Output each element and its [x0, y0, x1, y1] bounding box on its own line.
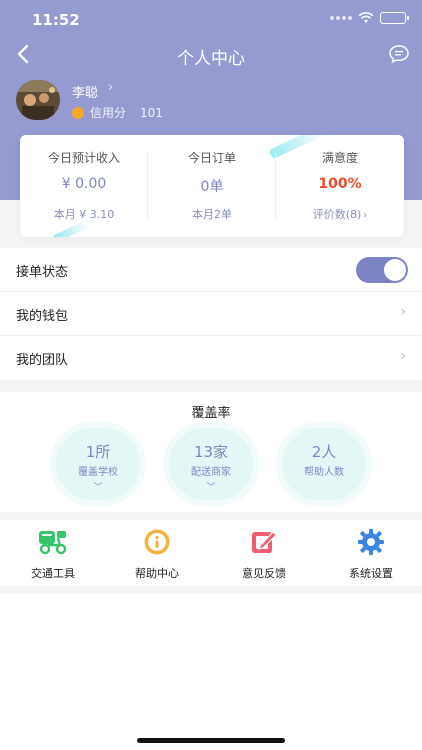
coverage-label: 配送商家 [191, 467, 231, 478]
credit-badge-icon [72, 106, 84, 119]
page-title: 个人中心 [177, 49, 245, 69]
message-bubble-icon[interactable] [388, 43, 410, 65]
wallet-label: 我的钱包 [16, 309, 69, 324]
reviews-count: 评价数(8) [312, 208, 362, 221]
coverage-value: 2人 [311, 443, 337, 461]
wallet-row[interactable]: 我的钱包 › [0, 292, 422, 336]
chevron-down-icon: ﹀ [206, 483, 216, 493]
order-status-row: 接单状态 [0, 248, 422, 292]
tool-label: 意见反馈 [242, 567, 286, 580]
battery-icon [380, 12, 409, 24]
coverage-merchants[interactable]: 13家 配送商家 ﹀ [169, 428, 253, 500]
credit-score: 信用分 101 [72, 104, 163, 121]
credit-value: 101 [140, 105, 163, 120]
tool-label: 帮助中心 [135, 567, 179, 580]
chevron-right-icon: › [400, 348, 406, 364]
stats-card: 今日预计收入 ¥ 0.00 本月 ¥ 3.10 今日订单 0单 本月2单 满意度… [20, 135, 404, 237]
stat-label: 满意度 [321, 151, 358, 165]
stat-satisfaction[interactable]: 满意度 100% 评价数(8) › [276, 135, 404, 237]
scooter-icon [39, 531, 67, 555]
status-bar: 11:52 [0, 0, 422, 40]
coverage-label: 帮助人数 [304, 467, 344, 478]
chevron-right-icon[interactable]: › [108, 80, 113, 95]
section-gap [0, 380, 422, 392]
home-indicator[interactable] [137, 738, 285, 743]
stat-label: 今日预计收入 [47, 151, 120, 165]
profile-name[interactable]: 李聪 [72, 82, 98, 101]
tool-feedback[interactable]: 意见反馈 [211, 528, 317, 584]
tool-help[interactable]: 帮助中心 [104, 528, 210, 584]
gear-icon [358, 529, 384, 555]
stat-value: 100% [318, 176, 362, 192]
toggle-knob [384, 259, 406, 281]
order-status-label: 接单状态 [16, 265, 69, 280]
status-icons [330, 12, 409, 24]
tool-label: 交通工具 [31, 567, 75, 580]
edit-feedback-icon [252, 531, 277, 553]
avatar[interactable] [16, 80, 60, 120]
nav-bar: 个人中心 [0, 40, 422, 70]
tool-vehicle[interactable]: 交通工具 [0, 528, 106, 584]
coverage-value: 1所 [85, 443, 111, 461]
signal-icon [330, 16, 352, 20]
coverage-section: 覆盖率 1所 覆盖学校 ﹀ 13家 配送商家 ﹀ 2人 帮助人数 [0, 392, 422, 512]
chevron-right-icon: › [400, 304, 406, 320]
stat-income[interactable]: 今日预计收入 ¥ 0.00 本月 ¥ 3.10 [20, 135, 148, 237]
stat-label: 今日订单 [187, 151, 236, 165]
tool-label: 系统设置 [349, 567, 393, 580]
section-gap [0, 586, 422, 594]
coverage-helped: 2人 帮助人数 [282, 428, 366, 500]
chevron-right-icon: › [363, 210, 368, 221]
coverage-label: 覆盖学校 [78, 467, 118, 478]
wifi-icon [358, 12, 374, 23]
stat-sub: 本月 ¥ 3.10 [53, 208, 115, 221]
info-icon [144, 529, 170, 555]
reviews-link[interactable]: 评价数(8) › [276, 206, 404, 222]
chevron-down-icon: ﹀ [93, 483, 103, 493]
stat-orders[interactable]: 今日订单 0单 本月2单 [148, 135, 276, 237]
stat-value: 0单 [200, 179, 224, 195]
tool-settings[interactable]: 系统设置 [318, 528, 422, 584]
credit-label: 信用分 [90, 106, 127, 120]
coverage-value: 13家 [193, 443, 229, 461]
stat-value: ¥ 0.00 [61, 176, 107, 192]
stat-sub: 本月2单 [192, 208, 232, 221]
order-status-toggle[interactable] [356, 257, 408, 283]
coverage-title: 覆盖率 [191, 406, 231, 421]
team-label: 我的团队 [16, 353, 69, 368]
status-time: 11:52 [32, 11, 80, 29]
tools-grid: 交通工具 帮助中心 意见反馈 系统设置 [0, 520, 422, 586]
team-row[interactable]: 我的团队 › [0, 336, 422, 380]
section-gap [0, 512, 422, 520]
coverage-schools[interactable]: 1所 覆盖学校 ﹀ [56, 428, 140, 500]
